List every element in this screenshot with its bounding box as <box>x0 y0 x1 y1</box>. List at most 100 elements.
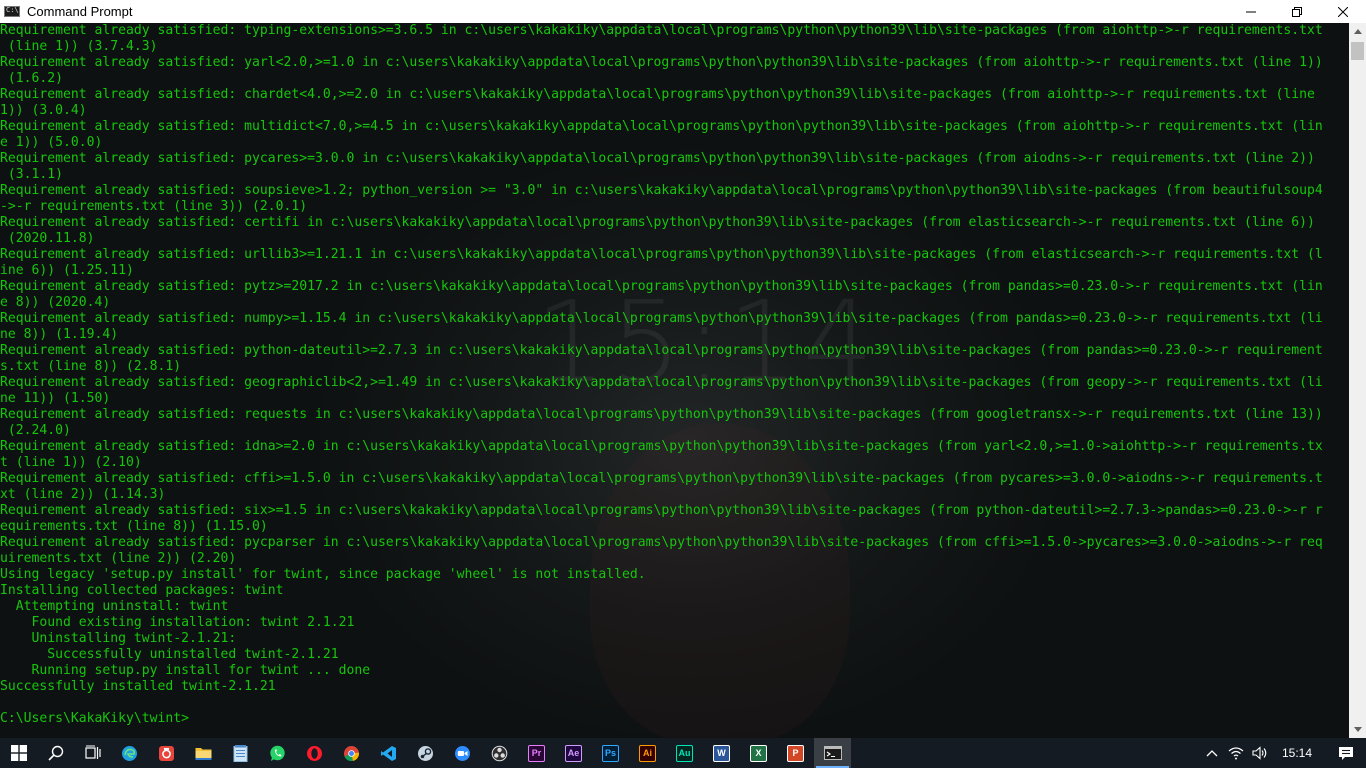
edge-button[interactable] <box>111 738 148 768</box>
system-tray: 15:14 <box>1200 738 1366 768</box>
folder-icon <box>195 746 212 761</box>
console-line: Requirement already satisfied: six>=1.5 … <box>0 503 1323 518</box>
show-hidden-icons-button[interactable] <box>1200 738 1224 768</box>
after-effects-label: Ae <box>567 748 580 758</box>
windows-logo-icon <box>10 745 27 761</box>
restore-icon <box>1292 6 1302 17</box>
console-line: Found existing installation: twint 2.1.2… <box>0 615 355 630</box>
audition-button[interactable]: Au <box>666 738 703 768</box>
zoom-button[interactable] <box>444 738 481 768</box>
console-line: Successfully installed twint-2.1.21 <box>0 679 276 694</box>
arrow-down-icon <box>1353 727 1362 732</box>
console-line: Requirement already satisfied: yarl<2.0,… <box>0 55 1323 70</box>
steam-icon <box>417 745 434 762</box>
file-explorer-button[interactable] <box>185 738 222 768</box>
restore-button[interactable] <box>1274 0 1320 23</box>
command-prompt-icon <box>4 6 20 17</box>
app-red-button[interactable] <box>148 738 185 768</box>
wifi-icon <box>1228 747 1244 760</box>
volume-button[interactable] <box>1248 738 1272 768</box>
console-line: t (line 1)) (2.10) <box>0 455 142 470</box>
console-line: (2020.11.8) <box>0 231 95 246</box>
console-line: Requirement already satisfied: python-da… <box>0 343 1323 358</box>
console-line: Requirement already satisfied: numpy>=1.… <box>0 311 1323 326</box>
task-view-button[interactable] <box>74 738 111 768</box>
window-title-bar[interactable]: Command Prompt <box>0 0 1366 23</box>
chrome-button[interactable] <box>333 738 370 768</box>
taskbar: Pr Ae Ps Ai Au W X P 15:14 <box>0 738 1366 768</box>
scroll-down-button[interactable] <box>1349 721 1366 738</box>
word-label: W <box>717 748 726 758</box>
zoom-icon <box>454 745 471 762</box>
after-effects-button[interactable]: Ae <box>555 738 592 768</box>
edge-icon <box>121 745 138 762</box>
word-icon: W <box>713 744 730 762</box>
audition-label: Au <box>678 748 691 758</box>
scroll-up-button[interactable] <box>1349 23 1366 40</box>
action-center-button[interactable] <box>1326 738 1366 768</box>
excel-button[interactable]: X <box>740 738 777 768</box>
volume-icon <box>1252 746 1267 760</box>
scrollbar-thumb[interactable] <box>1351 42 1364 60</box>
word-button[interactable]: W <box>703 738 740 768</box>
vscode-button[interactable] <box>370 738 407 768</box>
console-line: Running setup.py install for twint ... d… <box>0 663 371 678</box>
console-line: Installing collected packages: twint <box>0 583 284 598</box>
search-icon <box>47 745 64 761</box>
console-line: Requirement already satisfied: idna>=2.0… <box>0 439 1323 454</box>
console-line: s.txt (line 8)) (2.8.1) <box>0 359 182 374</box>
console-line: Requirement already satisfied: chardet<4… <box>0 87 1315 102</box>
excel-icon: X <box>750 744 767 762</box>
console-line: e 8)) (2020.4) <box>0 295 111 310</box>
console-line: e 1)) (5.0.0) <box>0 135 103 150</box>
console-text: Requirement already satisfied: typing-ex… <box>0 23 1349 727</box>
command-prompt-line[interactable]: C:\Users\KakaKiky\twint> <box>0 711 189 726</box>
console-line: (1.6.2) <box>0 71 63 86</box>
taskbar-clock[interactable]: 15:14 <box>1282 746 1312 760</box>
console-line: Requirement already satisfied: requests … <box>0 407 1323 422</box>
close-button[interactable] <box>1320 0 1366 23</box>
opera-icon <box>306 745 323 762</box>
camera-icon <box>158 745 175 762</box>
chrome-icon <box>343 745 360 762</box>
console-line: Requirement already satisfied: pycparser… <box>0 535 1323 550</box>
minimize-icon <box>1246 11 1256 12</box>
vertical-scrollbar[interactable] <box>1349 23 1366 738</box>
illustrator-button[interactable]: Ai <box>629 738 666 768</box>
network-button[interactable] <box>1224 738 1248 768</box>
console-line: Attempting uninstall: twint <box>0 599 229 614</box>
console-line: ine 6)) (1.25.11) <box>0 263 134 278</box>
console-line: (line 1)) (3.7.4.3) <box>0 39 158 54</box>
premiere-icon: Pr <box>528 744 545 762</box>
console-line: ->-r requirements.txt (line 3)) (2.0.1) <box>0 199 308 214</box>
console-line: Requirement already satisfied: pytz>=201… <box>0 279 1323 294</box>
console-line: Requirement already satisfied: urllib3>=… <box>0 247 1323 262</box>
opera-button[interactable] <box>296 738 333 768</box>
console-line: Requirement already satisfied: multidict… <box>0 119 1323 134</box>
steam-button[interactable] <box>407 738 444 768</box>
whatsapp-button[interactable] <box>259 738 296 768</box>
photoshop-button[interactable]: Ps <box>592 738 629 768</box>
arrow-up-icon <box>1353 29 1362 34</box>
console-line: Requirement already satisfied: soupsieve… <box>0 183 1323 198</box>
after-effects-icon: Ae <box>565 744 582 762</box>
illustrator-icon: Ai <box>639 744 656 762</box>
console-line: Requirement already satisfied: pycares>=… <box>0 151 1315 166</box>
console-output-area[interactable]: 15:14 Requirement already satisfied: typ… <box>0 23 1349 738</box>
search-button[interactable] <box>37 738 74 768</box>
console-line: (3.1.1) <box>0 167 63 182</box>
notepad-button[interactable] <box>222 738 259 768</box>
console-line: uirements.txt (line 2)) (2.20) <box>0 551 237 566</box>
minimize-button[interactable] <box>1228 0 1274 23</box>
powerpoint-label: P <box>792 748 799 758</box>
command-prompt-button[interactable] <box>814 738 851 768</box>
premiere-button[interactable]: Pr <box>518 738 555 768</box>
obs-button[interactable] <box>481 738 518 768</box>
illustrator-label: Ai <box>643 748 652 758</box>
console-line: ne 11)) (1.50) <box>0 391 111 406</box>
console-line: 1)) (3.0.4) <box>0 103 87 118</box>
powerpoint-button[interactable]: P <box>777 738 814 768</box>
start-button[interactable] <box>0 738 37 768</box>
command-prompt-icon <box>823 746 842 760</box>
obs-icon <box>491 745 508 762</box>
